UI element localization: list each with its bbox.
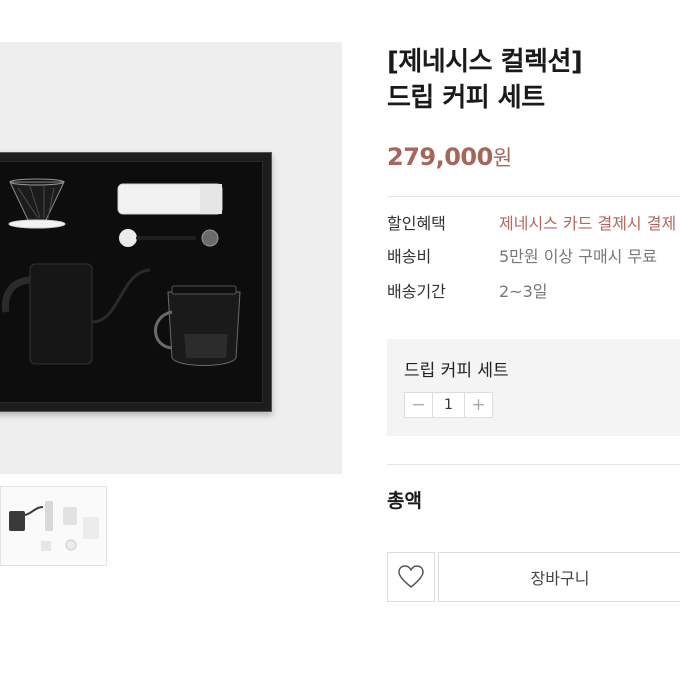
divider xyxy=(387,196,680,197)
info-value: 제네시스 카드 결제시 결제 xyxy=(499,214,677,233)
divider xyxy=(387,464,680,465)
gift-box xyxy=(0,152,272,412)
info-label: 배송비 xyxy=(387,247,432,266)
option-name: 드립 커피 세트 xyxy=(404,361,509,381)
total-label: 총액 xyxy=(387,490,422,512)
thumbnail-illustration xyxy=(9,501,99,551)
quantity-decrease-button[interactable]: − xyxy=(405,393,432,417)
info-value: 5만원 이상 구매시 무료 xyxy=(499,247,657,266)
selected-option-box: 드립 커피 세트 − 1 + xyxy=(387,339,680,436)
grinder-icon xyxy=(117,183,223,247)
quantity-value[interactable]: 1 xyxy=(432,393,465,417)
info-label: 할인혜택 xyxy=(387,214,446,233)
price-unit: 원 xyxy=(492,146,512,170)
heart-icon xyxy=(398,565,424,588)
info-row-shipping-period: 배송기간 2~3일 xyxy=(387,280,680,304)
cart-button-label: 장바구니 xyxy=(530,569,590,588)
info-value: 2~3일 xyxy=(499,282,548,301)
price-amount: 279,000 xyxy=(387,143,493,171)
info-row-discount: 할인혜택 제네시스 카드 결제시 결제 xyxy=(387,212,680,236)
quantity-increase-button[interactable]: + xyxy=(465,393,492,417)
coffee-set-illustration xyxy=(1,178,241,366)
gift-box-tray xyxy=(0,161,263,403)
product-price: 279,000원 xyxy=(387,142,512,172)
product-title: [제네시스 컬렉션] 드립 커피 세트 xyxy=(387,44,583,116)
wishlist-button[interactable] xyxy=(387,552,435,602)
product-title-line2: 드립 커피 세트 xyxy=(387,83,545,113)
product-title-line1: [제네시스 컬렉션] xyxy=(387,47,583,77)
product-main-image xyxy=(0,42,342,474)
dripper-icon xyxy=(8,178,66,229)
server-icon xyxy=(154,285,241,366)
info-row-shipping-fee: 배송비 5만원 이상 구매시 무료 xyxy=(387,245,680,269)
info-label: 배송기간 xyxy=(387,282,446,301)
quantity-stepper: − 1 + xyxy=(404,392,493,418)
kettle-icon xyxy=(1,263,151,365)
add-to-cart-button[interactable]: 장바구니 xyxy=(438,552,680,602)
product-thumbnail[interactable] xyxy=(0,486,107,566)
